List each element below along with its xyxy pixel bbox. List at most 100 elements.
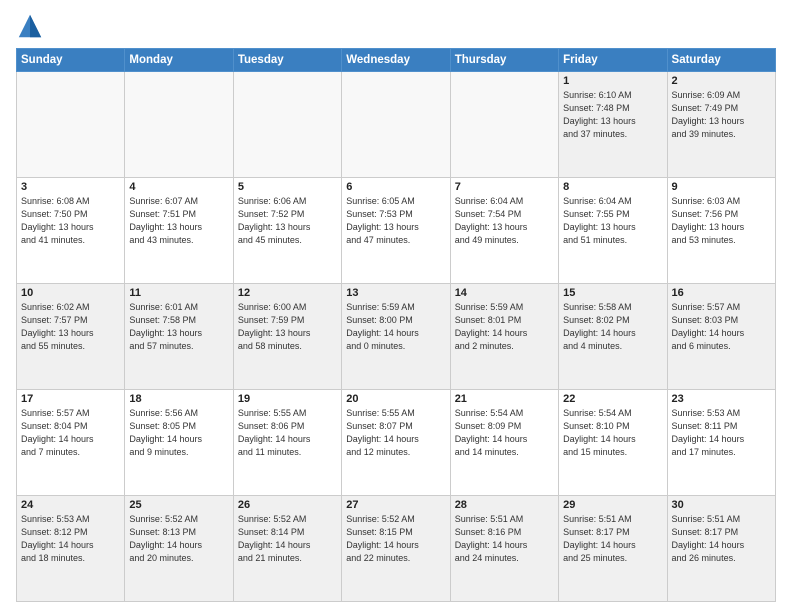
day-number: 2 (672, 75, 771, 87)
calendar-cell: 5 Sunrise: 6:06 AM Sunset: 7:52 PM Daylig… (233, 178, 341, 284)
day-number: 19 (238, 393, 337, 405)
weekday-header-sunday: Sunday (17, 49, 125, 72)
day-number: 28 (455, 499, 554, 511)
day-number: 22 (563, 393, 662, 405)
day-number: 17 (21, 393, 120, 405)
calendar-cell: 24 Sunrise: 5:53 AM Sunset: 8:12 PM Dayli… (17, 496, 125, 602)
calendar-cell: 27Sunrise: 5:52 AM Sunset: 8:15 PM Dayli… (342, 496, 450, 602)
day-info: Sunrise: 5:54 AM Sunset: 8:09 PM Dayligh… (455, 407, 554, 459)
day-number: 25 (129, 499, 228, 511)
day-info: Sunrise: 6:03 AM Sunset: 7:56 PM Dayligh… (672, 195, 771, 247)
day-info: Sunrise: 6:09 AM Sunset: 7:49 PM Dayligh… (672, 89, 771, 141)
calendar-week-row: 10 Sunrise: 6:02 AM Sunset: 7:57 PM Dayli… (17, 284, 776, 390)
day-number: 8 (563, 181, 662, 193)
day-info: Sunrise: 5:51 AM Sunset: 8:16 PM Dayligh… (455, 513, 554, 565)
calendar-cell (450, 72, 558, 178)
day-info: Sunrise: 5:52 AM Sunset: 8:14 PM Dayligh… (238, 513, 337, 565)
day-info: Sunrise: 5:58 AM Sunset: 8:02 PM Dayligh… (563, 301, 662, 353)
calendar-cell: 29 Sunrise: 5:51 AM Sunset: 8:17 PM Dayli… (559, 496, 667, 602)
day-number: 11 (129, 287, 228, 299)
calendar-cell: 9 Sunrise: 6:03 AM Sunset: 7:56 PM Daylig… (667, 178, 775, 284)
day-number: 5 (238, 181, 337, 193)
calendar-cell: 8 Sunrise: 6:04 AM Sunset: 7:55 PM Daylig… (559, 178, 667, 284)
day-number: 29 (563, 499, 662, 511)
calendar-cell: 1 Sunrise: 6:10 AM Sunset: 7:48 PM Daylig… (559, 72, 667, 178)
calendar-cell: 13Sunrise: 5:59 AM Sunset: 8:00 PM Dayli… (342, 284, 450, 390)
logo-icon (16, 12, 44, 40)
weekday-header-friday: Friday (559, 49, 667, 72)
day-info: Sunrise: 5:56 AM Sunset: 8:05 PM Dayligh… (129, 407, 228, 459)
day-info: Sunrise: 5:57 AM Sunset: 8:03 PM Dayligh… (672, 301, 771, 353)
calendar-cell: 4 Sunrise: 6:07 AM Sunset: 7:51 PM Daylig… (125, 178, 233, 284)
page: SundayMondayTuesdayWednesdayThursdayFrid… (0, 0, 792, 612)
day-number: 16 (672, 287, 771, 299)
logo (16, 12, 48, 40)
weekday-header-wednesday: Wednesday (342, 49, 450, 72)
calendar-cell: 10 Sunrise: 6:02 AM Sunset: 7:57 PM Dayli… (17, 284, 125, 390)
day-info: Sunrise: 5:55 AM Sunset: 8:06 PM Dayligh… (238, 407, 337, 459)
calendar-cell: 17 Sunrise: 5:57 AM Sunset: 8:04 PM Dayli… (17, 390, 125, 496)
calendar-cell: 22 Sunrise: 5:54 AM Sunset: 8:10 PM Dayli… (559, 390, 667, 496)
day-number: 10 (21, 287, 120, 299)
calendar-table: SundayMondayTuesdayWednesdayThursdayFrid… (16, 48, 776, 602)
calendar-cell: 3 Sunrise: 6:08 AM Sunset: 7:50 PM Daylig… (17, 178, 125, 284)
day-number: 4 (129, 181, 228, 193)
day-number: 3 (21, 181, 120, 193)
day-info: Sunrise: 6:02 AM Sunset: 7:57 PM Dayligh… (21, 301, 120, 353)
day-number: 7 (455, 181, 554, 193)
calendar-cell (17, 72, 125, 178)
calendar-cell: 15 Sunrise: 5:58 AM Sunset: 8:02 PM Dayli… (559, 284, 667, 390)
day-number: 13 (346, 287, 445, 299)
calendar-cell: 16 Sunrise: 5:57 AM Sunset: 8:03 PM Dayli… (667, 284, 775, 390)
calendar-cell: 6 Sunrise: 6:05 AM Sunset: 7:53 PM Daylig… (342, 178, 450, 284)
day-info: Sunrise: 6:05 AM Sunset: 7:53 PM Dayligh… (346, 195, 445, 247)
day-info: Sunrise: 5:55 AM Sunset: 8:07 PM Dayligh… (346, 407, 445, 459)
calendar-cell: 21 Sunrise: 5:54 AM Sunset: 8:09 PM Dayli… (450, 390, 558, 496)
calendar-week-row: 24 Sunrise: 5:53 AM Sunset: 8:12 PM Dayli… (17, 496, 776, 602)
day-info: Sunrise: 5:52 AM Sunset: 8:13 PM Dayligh… (129, 513, 228, 565)
calendar-cell: 11Sunrise: 6:01 AM Sunset: 7:58 PM Dayli… (125, 284, 233, 390)
weekday-header-thursday: Thursday (450, 49, 558, 72)
calendar-cell: 20 Sunrise: 5:55 AM Sunset: 8:07 PM Dayli… (342, 390, 450, 496)
calendar-week-row: 1 Sunrise: 6:10 AM Sunset: 7:48 PM Daylig… (17, 72, 776, 178)
day-info: Sunrise: 5:51 AM Sunset: 8:17 PM Dayligh… (563, 513, 662, 565)
day-info: Sunrise: 5:59 AM Sunset: 8:01 PM Dayligh… (455, 301, 554, 353)
weekday-header-monday: Monday (125, 49, 233, 72)
day-number: 26 (238, 499, 337, 511)
calendar-cell: 18 Sunrise: 5:56 AM Sunset: 8:05 PM Dayli… (125, 390, 233, 496)
day-info: Sunrise: 6:06 AM Sunset: 7:52 PM Dayligh… (238, 195, 337, 247)
day-number: 23 (672, 393, 771, 405)
calendar-cell: 19 Sunrise: 5:55 AM Sunset: 8:06 PM Dayli… (233, 390, 341, 496)
day-info: Sunrise: 5:54 AM Sunset: 8:10 PM Dayligh… (563, 407, 662, 459)
calendar-cell: 25 Sunrise: 5:52 AM Sunset: 8:13 PM Dayli… (125, 496, 233, 602)
day-number: 9 (672, 181, 771, 193)
header (16, 12, 776, 40)
day-info: Sunrise: 6:10 AM Sunset: 7:48 PM Dayligh… (563, 89, 662, 141)
day-number: 14 (455, 287, 554, 299)
calendar-cell (233, 72, 341, 178)
calendar-cell: 23Sunrise: 5:53 AM Sunset: 8:11 PM Dayli… (667, 390, 775, 496)
calendar-cell: 2 Sunrise: 6:09 AM Sunset: 7:49 PM Daylig… (667, 72, 775, 178)
day-info: Sunrise: 6:00 AM Sunset: 7:59 PM Dayligh… (238, 301, 337, 353)
day-number: 21 (455, 393, 554, 405)
day-number: 15 (563, 287, 662, 299)
day-info: Sunrise: 5:53 AM Sunset: 8:12 PM Dayligh… (21, 513, 120, 565)
day-number: 18 (129, 393, 228, 405)
day-info: Sunrise: 5:57 AM Sunset: 8:04 PM Dayligh… (21, 407, 120, 459)
calendar-cell: 30Sunrise: 5:51 AM Sunset: 8:17 PM Dayli… (667, 496, 775, 602)
day-info: Sunrise: 6:07 AM Sunset: 7:51 PM Dayligh… (129, 195, 228, 247)
calendar-cell: 26 Sunrise: 5:52 AM Sunset: 8:14 PM Dayli… (233, 496, 341, 602)
day-info: Sunrise: 5:51 AM Sunset: 8:17 PM Dayligh… (672, 513, 771, 565)
day-number: 6 (346, 181, 445, 193)
weekday-header-saturday: Saturday (667, 49, 775, 72)
day-number: 12 (238, 287, 337, 299)
calendar-cell (125, 72, 233, 178)
day-info: Sunrise: 6:08 AM Sunset: 7:50 PM Dayligh… (21, 195, 120, 247)
day-number: 1 (563, 75, 662, 87)
day-info: Sunrise: 6:04 AM Sunset: 7:55 PM Dayligh… (563, 195, 662, 247)
calendar-header-row: SundayMondayTuesdayWednesdayThursdayFrid… (17, 49, 776, 72)
weekday-header-tuesday: Tuesday (233, 49, 341, 72)
day-number: 20 (346, 393, 445, 405)
calendar-week-row: 3 Sunrise: 6:08 AM Sunset: 7:50 PM Daylig… (17, 178, 776, 284)
day-number: 24 (21, 499, 120, 511)
